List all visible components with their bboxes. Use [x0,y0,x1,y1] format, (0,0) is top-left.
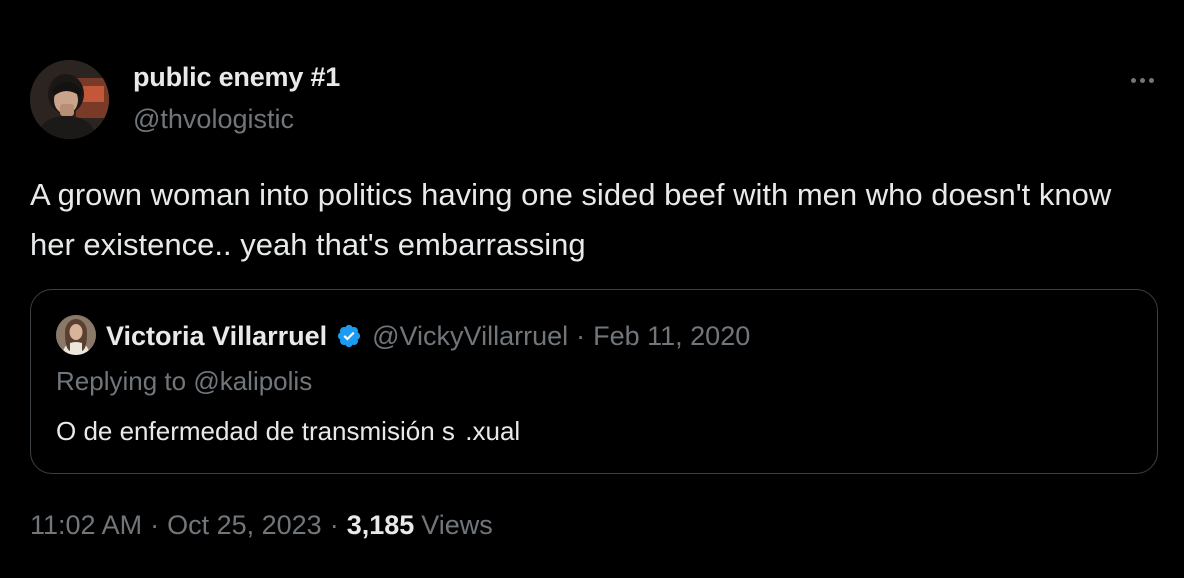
tweet-date[interactable]: Oct 25, 2023 [167,510,322,541]
replying-to-label: Replying to [56,366,187,396]
tweet-text: A grown woman into politics having one s… [30,177,1112,262]
views-count: 3,185 [346,510,415,540]
verified-badge-icon [336,323,362,349]
quoted-tweet-card[interactable]: Victoria Villarruel @VickyVillarruel · F… [30,289,1158,474]
views-label: Views [421,510,493,540]
quoted-avatar-image [56,315,96,355]
more-dot [1148,77,1154,83]
meta-separator: · [150,510,160,540]
tweet: public enemy #1 @thvologistic A grown wo… [0,0,1184,578]
author-display-name[interactable]: public enemy #1 [133,62,340,93]
replying-to: Replying to @kalipolis [56,366,312,397]
author-avatar[interactable] [30,60,109,139]
author-handle[interactable]: @thvologistic [133,104,294,135]
quoted-author-handle[interactable]: @VickyVillarruel [372,321,568,352]
more-options-icon[interactable] [1122,70,1162,90]
header-separator: · [576,320,586,351]
tweet-meta: 11:02 AM · Oct 25, 2023 · 3,185 Views [30,510,493,541]
quoted-tweet-header: Victoria Villarruel @VickyVillarruel · F… [106,316,750,356]
tweet-time[interactable]: 11:02 AM [30,510,142,541]
quoted-author-name[interactable]: Victoria Villarruel [106,321,327,352]
more-dot [1130,77,1136,83]
author-avatar-image [30,60,109,139]
quoted-tweet-date[interactable]: Feb 11, 2020 [593,321,750,352]
quoted-author-avatar[interactable] [56,315,96,355]
quoted-tweet-text: O de enfermedad de transmisión s .xual [56,416,521,446]
meta-separator: · [329,510,339,540]
more-dot [1139,77,1145,83]
replying-to-handle[interactable]: @kalipolis [193,366,312,396]
